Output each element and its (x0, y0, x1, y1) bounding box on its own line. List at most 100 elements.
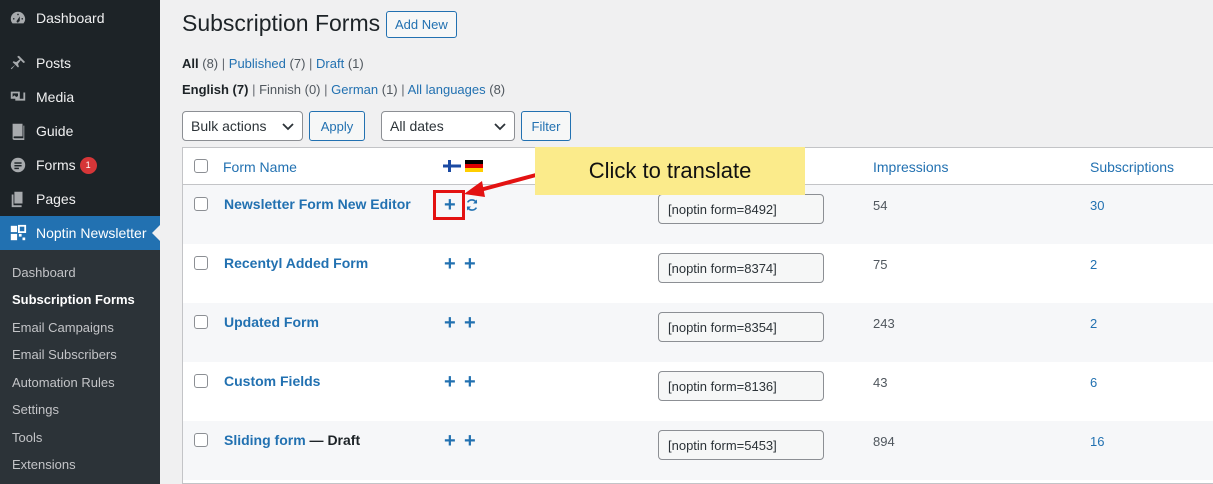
menu-item-label: Pages (36, 191, 76, 207)
separator: | (309, 56, 313, 71)
column-impressions[interactable]: Impressions (873, 159, 948, 175)
menu-item-label: Media (36, 89, 75, 105)
finnish-flag-icon (443, 160, 461, 172)
filter-english[interactable]: English (7) (182, 82, 248, 97)
book-icon (8, 121, 28, 141)
form-name: Custom Fields (224, 373, 321, 389)
submenu-item-subscription-forms[interactable]: Subscription Forms (12, 292, 135, 307)
add-translation-finnish-plus-icon[interactable]: + (444, 254, 456, 274)
add-translation-german-plus-icon[interactable]: + (464, 431, 476, 451)
sync-icon[interactable] (465, 198, 479, 212)
column-form-name[interactable]: Form Name (223, 159, 297, 175)
filter-all[interactable]: All (182, 56, 199, 71)
shortcode-field[interactable]: [noptin form=8374] (658, 253, 824, 283)
select-all-checkbox[interactable] (194, 159, 208, 173)
subscriptions-link[interactable]: 2 (1090, 257, 1097, 272)
status-filters: All (8) | Published (7) | Draft (1) (182, 56, 364, 71)
form-name: Newsletter Form New Editor (224, 196, 411, 212)
admin-sidebar: Dashboard Posts Media Guide Forms 1 Page… (0, 0, 160, 484)
form-name: Recentyl Added Form (224, 255, 369, 271)
grid-icon (8, 223, 28, 243)
table-row: Sliding form — Draft + + [noptin form=54… (183, 421, 1213, 480)
filter-all-languages[interactable]: All languages (408, 82, 486, 97)
row-checkbox[interactable] (194, 256, 208, 270)
date-filter-value: All dates (390, 118, 444, 134)
chevron-down-icon (282, 123, 294, 131)
shortcode-field[interactable]: [noptin form=8136] (658, 371, 824, 401)
submenu-item-settings[interactable]: Settings (12, 402, 59, 417)
add-translation-german-plus-icon[interactable]: + (464, 313, 476, 333)
row-checkbox[interactable] (194, 374, 208, 388)
form-name: Sliding form (224, 432, 306, 448)
impressions-value: 43 (873, 375, 888, 390)
separator: | (324, 82, 328, 97)
shortcode-field[interactable]: [noptin form=8492] (658, 194, 824, 224)
form-title-link[interactable]: Sliding form — Draft (224, 432, 360, 448)
menu-item-posts[interactable]: Posts (0, 46, 160, 80)
form-title-link[interactable]: Newsletter Form New Editor (224, 196, 411, 212)
add-new-button[interactable]: Add New (386, 11, 457, 38)
annotation-callout: Click to translate (535, 147, 805, 195)
submenu-item-tools[interactable]: Tools (12, 430, 42, 445)
chevron-down-icon (494, 123, 506, 131)
menu-item-noptin-newsletter[interactable]: Noptin Newsletter (0, 216, 160, 250)
add-translation-finnish-plus-icon[interactable]: + (444, 431, 456, 451)
filter-draft[interactable]: Draft (316, 56, 344, 71)
submenu-item-automation-rules[interactable]: Automation Rules (12, 375, 115, 390)
form-title-link[interactable]: Custom Fields (224, 373, 320, 389)
form-name: Updated Form (224, 314, 319, 330)
menu-item-label: Dashboard (36, 10, 105, 26)
add-translation-german-plus-icon[interactable]: + (464, 254, 476, 274)
column-subscriptions[interactable]: Subscriptions (1090, 159, 1174, 175)
menu-item-dashboard[interactable]: Dashboard (0, 1, 160, 35)
filter-german[interactable]: German (331, 82, 378, 97)
row-checkbox[interactable] (194, 315, 208, 329)
date-filter-select[interactable]: All dates (381, 111, 515, 141)
menu-item-label: Guide (36, 123, 74, 139)
separator: | (221, 56, 226, 71)
separator: | (401, 82, 405, 97)
impressions-value: 75 (873, 257, 888, 272)
submenu-item-extensions[interactable]: Extensions (12, 457, 76, 472)
bulk-actions-select[interactable]: Bulk actions (182, 111, 303, 141)
language-filters: English (7) | Finnish (0) | German (1) |… (182, 82, 505, 97)
form-title-link[interactable]: Recentyl Added Form (224, 255, 368, 271)
page-title: Subscription Forms (182, 10, 381, 36)
submenu-item-email-campaigns[interactable]: Email Campaigns (12, 320, 114, 335)
subscriptions-link[interactable]: 30 (1090, 198, 1104, 213)
add-translation-finnish-plus-icon[interactable]: + (444, 313, 456, 333)
row-checkbox[interactable] (194, 433, 208, 447)
shortcode-field[interactable]: [noptin form=8354] (658, 312, 824, 342)
menu-item-pages[interactable]: Pages (0, 182, 160, 216)
filter-all-count: (8) (202, 56, 219, 71)
impressions-value: 54 (873, 198, 888, 213)
submenu-item-email-subscribers[interactable]: Email Subscribers (12, 347, 117, 362)
subscriptions-link[interactable]: 2 (1090, 316, 1097, 331)
form-title-link[interactable]: Updated Form (224, 314, 319, 330)
impressions-value: 243 (873, 316, 895, 331)
filter-finnish: Finnish (0) (259, 82, 321, 97)
subscriptions-link[interactable]: 16 (1090, 434, 1104, 449)
submenu-item-dashboard[interactable]: Dashboard (12, 265, 76, 280)
forms-icon (8, 155, 28, 175)
menu-item-forms[interactable]: Forms 1 (0, 148, 160, 182)
annotation-arrow (464, 173, 537, 197)
pin-icon (8, 53, 28, 73)
table-row: Updated Form + + [noptin form=8354] 243 … (183, 303, 1213, 362)
filter-published[interactable]: Published (229, 56, 286, 71)
main-content: Subscription Forms Add New All (8) | Pub… (160, 0, 1213, 484)
add-translation-finnish-plus-icon[interactable]: + (444, 372, 456, 392)
filter-german-count: (1) (381, 82, 398, 97)
filter-button[interactable]: Filter (521, 111, 571, 141)
notification-badge: 1 (79, 156, 97, 174)
subscriptions-link[interactable]: 6 (1090, 375, 1097, 390)
separator: | (252, 82, 256, 97)
menu-item-media[interactable]: Media (0, 80, 160, 114)
table-row: Recentyl Added Form + + [noptin form=837… (183, 244, 1213, 303)
apply-button[interactable]: Apply (309, 111, 365, 141)
add-translation-german-plus-icon[interactable]: + (464, 372, 476, 392)
forms-table: Form Name Impressions Subscriptions News… (182, 147, 1213, 484)
menu-item-guide[interactable]: Guide (0, 114, 160, 148)
shortcode-field[interactable]: [noptin form=5453] (658, 430, 824, 460)
row-checkbox[interactable] (194, 197, 208, 211)
